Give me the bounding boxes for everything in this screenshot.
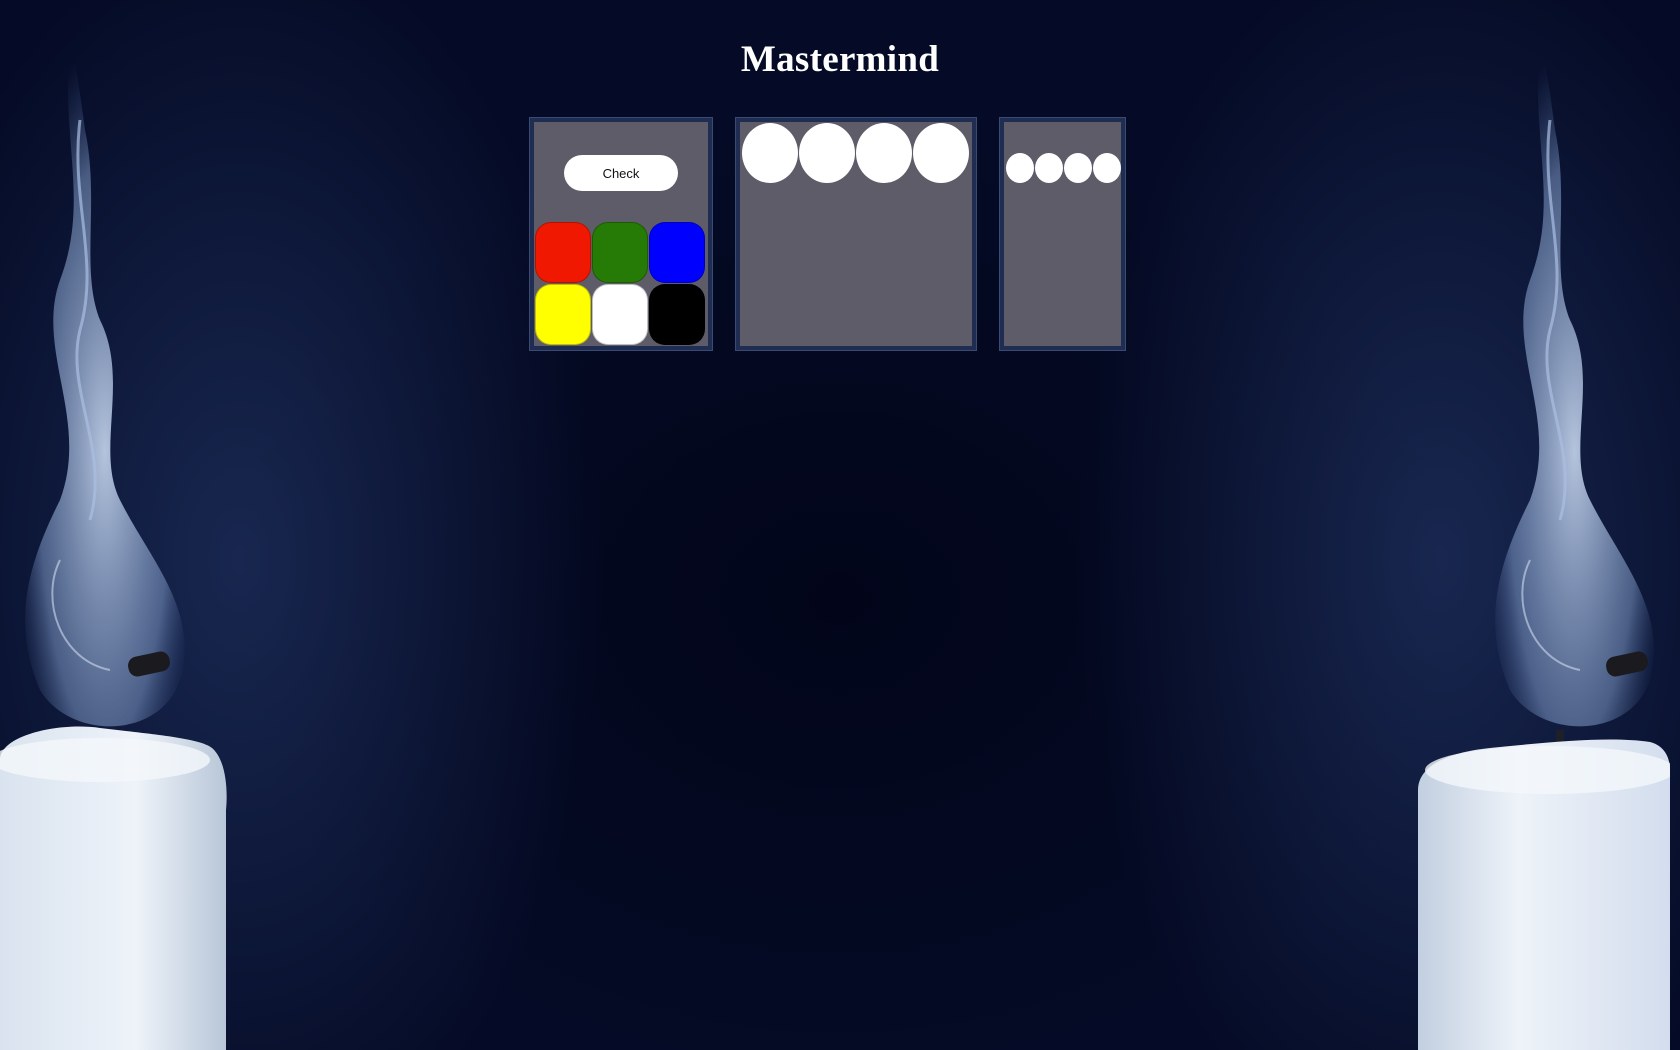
color-swatch-green[interactable] bbox=[592, 222, 648, 283]
feedback-row bbox=[1006, 153, 1121, 183]
guess-board bbox=[735, 117, 977, 351]
controls-panel: Check bbox=[529, 117, 713, 351]
color-swatch-red[interactable] bbox=[535, 222, 591, 283]
color-swatch-blue[interactable] bbox=[649, 222, 705, 283]
feedback-peg bbox=[1093, 153, 1121, 183]
color-swatch-black[interactable] bbox=[649, 284, 705, 345]
candle-icon bbox=[1418, 40, 1670, 1050]
color-swatch-white[interactable] bbox=[592, 284, 648, 345]
color-palette bbox=[535, 222, 708, 345]
guess-peg[interactable] bbox=[856, 123, 912, 183]
feedback-peg bbox=[1006, 153, 1034, 183]
page-title: Mastermind bbox=[740, 39, 940, 80]
guess-row bbox=[742, 123, 969, 183]
color-swatch-yellow[interactable] bbox=[535, 284, 591, 345]
guess-peg[interactable] bbox=[799, 123, 855, 183]
feedback-peg bbox=[1064, 153, 1092, 183]
feedback-board bbox=[999, 117, 1126, 351]
feedback-peg bbox=[1035, 153, 1063, 183]
guess-peg[interactable] bbox=[913, 123, 969, 183]
guess-peg[interactable] bbox=[742, 123, 798, 183]
candle-icon bbox=[0, 40, 227, 1050]
check-button[interactable]: Check bbox=[564, 155, 678, 191]
